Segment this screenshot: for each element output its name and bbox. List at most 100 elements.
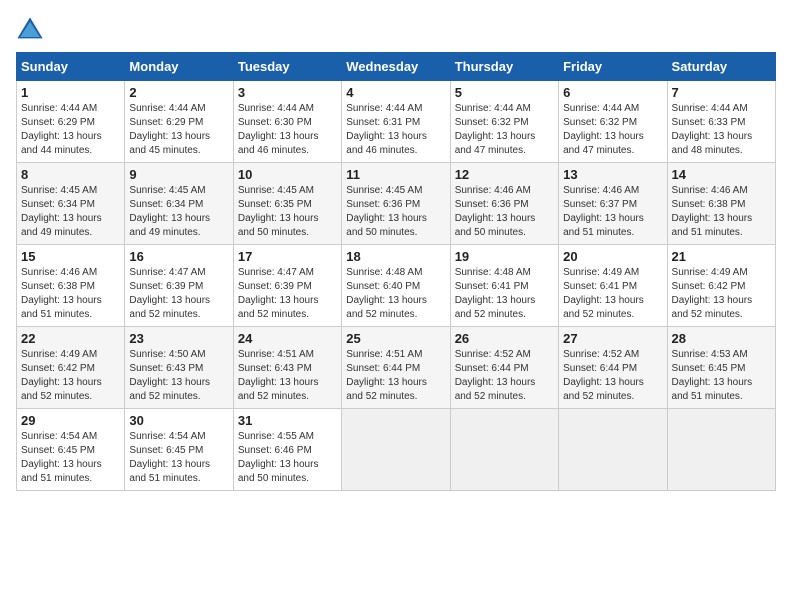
calendar-day-24: 24 Sunrise: 4:51 AMSunset: 6:43 PMDayligh… <box>233 327 341 409</box>
calendar-day-1: 1 Sunrise: 4:44 AMSunset: 6:29 PMDaylight… <box>17 81 125 163</box>
header-friday: Friday <box>559 53 667 81</box>
day-detail: Sunrise: 4:46 AMSunset: 6:36 PMDaylight:… <box>455 185 536 238</box>
day-detail: Sunrise: 4:55 AMSunset: 6:46 PMDaylight:… <box>238 431 319 484</box>
day-detail: Sunrise: 4:44 AMSunset: 6:32 PMDaylight:… <box>455 103 536 156</box>
day-detail: Sunrise: 4:44 AMSunset: 6:31 PMDaylight:… <box>346 103 427 156</box>
day-number: 21 <box>672 249 771 264</box>
day-detail: Sunrise: 4:45 AMSunset: 6:35 PMDaylight:… <box>238 185 319 238</box>
day-detail: Sunrise: 4:48 AMSunset: 6:40 PMDaylight:… <box>346 267 427 320</box>
day-number: 27 <box>563 331 662 346</box>
calendar-week-5: 29 Sunrise: 4:54 AMSunset: 6:45 PMDayligh… <box>17 409 776 491</box>
calendar-day-9: 9 Sunrise: 4:45 AMSunset: 6:34 PMDaylight… <box>125 163 233 245</box>
calendar-week-2: 8 Sunrise: 4:45 AMSunset: 6:34 PMDaylight… <box>17 163 776 245</box>
day-number: 14 <box>672 167 771 182</box>
calendar-day-8: 8 Sunrise: 4:45 AMSunset: 6:34 PMDaylight… <box>17 163 125 245</box>
calendar-day-30: 30 Sunrise: 4:54 AMSunset: 6:45 PMDayligh… <box>125 409 233 491</box>
header-sunday: Sunday <box>17 53 125 81</box>
day-detail: Sunrise: 4:44 AMSunset: 6:30 PMDaylight:… <box>238 103 319 156</box>
day-number: 17 <box>238 249 337 264</box>
calendar-day-20: 20 Sunrise: 4:49 AMSunset: 6:41 PMDayligh… <box>559 245 667 327</box>
day-number: 18 <box>346 249 445 264</box>
calendar-day-22: 22 Sunrise: 4:49 AMSunset: 6:42 PMDayligh… <box>17 327 125 409</box>
day-number: 28 <box>672 331 771 346</box>
calendar-week-3: 15Sunrise: 4:46 AMSunset: 6:38 PMDayligh… <box>17 245 776 327</box>
calendar-day-21: 21 Sunrise: 4:49 AMSunset: 6:42 PMDayligh… <box>667 245 775 327</box>
day-number: 19 <box>455 249 554 264</box>
day-detail: Sunrise: 4:48 AMSunset: 6:41 PMDaylight:… <box>455 267 536 320</box>
day-detail: Sunrise: 4:54 AMSunset: 6:45 PMDaylight:… <box>21 431 102 484</box>
calendar-day-12: 12 Sunrise: 4:46 AMSunset: 6:36 PMDayligh… <box>450 163 558 245</box>
calendar-week-1: 1 Sunrise: 4:44 AMSunset: 6:29 PMDaylight… <box>17 81 776 163</box>
calendar-day-28: 28 Sunrise: 4:53 AMSunset: 6:45 PMDayligh… <box>667 327 775 409</box>
day-detail: Sunrise: 4:44 AMSunset: 6:29 PMDaylight:… <box>21 103 102 156</box>
calendar-day-18: 18 Sunrise: 4:48 AMSunset: 6:40 PMDayligh… <box>342 245 450 327</box>
calendar-day-29: 29 Sunrise: 4:54 AMSunset: 6:45 PMDayligh… <box>17 409 125 491</box>
day-number: 20 <box>563 249 662 264</box>
day-number: 4 <box>346 85 445 100</box>
calendar-day-7: 7Sunrise: 4:44 AMSunset: 6:33 PMDaylight… <box>667 81 775 163</box>
day-detail: Sunrise: 4:45 AMSunset: 6:34 PMDaylight:… <box>129 185 210 238</box>
day-detail: Sunrise: 4:44 AMSunset: 6:29 PMDaylight:… <box>129 103 210 156</box>
day-number: 16 <box>129 249 228 264</box>
calendar-day-25: 25 Sunrise: 4:51 AMSunset: 6:44 PMDayligh… <box>342 327 450 409</box>
day-detail: Sunrise: 4:51 AMSunset: 6:44 PMDaylight:… <box>346 349 427 402</box>
day-detail: Sunrise: 4:51 AMSunset: 6:43 PMDaylight:… <box>238 349 319 402</box>
day-number: 25 <box>346 331 445 346</box>
day-detail: Sunrise: 4:47 AMSunset: 6:39 PMDaylight:… <box>238 267 319 320</box>
day-number: 5 <box>455 85 554 100</box>
empty-cell <box>450 409 558 491</box>
calendar-day-15: 15Sunrise: 4:46 AMSunset: 6:38 PMDayligh… <box>17 245 125 327</box>
day-number: 10 <box>238 167 337 182</box>
day-number: 30 <box>129 413 228 428</box>
day-detail: Sunrise: 4:45 AMSunset: 6:34 PMDaylight:… <box>21 185 102 238</box>
day-number: 9 <box>129 167 228 182</box>
day-detail: Sunrise: 4:47 AMSunset: 6:39 PMDaylight:… <box>129 267 210 320</box>
calendar-day-31: 31 Sunrise: 4:55 AMSunset: 6:46 PMDayligh… <box>233 409 341 491</box>
calendar-day-19: 19 Sunrise: 4:48 AMSunset: 6:41 PMDayligh… <box>450 245 558 327</box>
header-row: SundayMondayTuesdayWednesdayThursdayFrid… <box>17 53 776 81</box>
empty-cell <box>342 409 450 491</box>
day-number: 2 <box>129 85 228 100</box>
calendar-day-10: 10 Sunrise: 4:45 AMSunset: 6:35 PMDayligh… <box>233 163 341 245</box>
calendar-day-5: 5 Sunrise: 4:44 AMSunset: 6:32 PMDaylight… <box>450 81 558 163</box>
day-detail: Sunrise: 4:46 AMSunset: 6:37 PMDaylight:… <box>563 185 644 238</box>
calendar-day-4: 4 Sunrise: 4:44 AMSunset: 6:31 PMDaylight… <box>342 81 450 163</box>
day-number: 8 <box>21 167 120 182</box>
calendar-day-13: 13 Sunrise: 4:46 AMSunset: 6:37 PMDayligh… <box>559 163 667 245</box>
calendar-day-3: 3 Sunrise: 4:44 AMSunset: 6:30 PMDaylight… <box>233 81 341 163</box>
header-monday: Monday <box>125 53 233 81</box>
day-detail: Sunrise: 4:52 AMSunset: 6:44 PMDaylight:… <box>455 349 536 402</box>
day-detail: Sunrise: 4:53 AMSunset: 6:45 PMDaylight:… <box>672 349 753 402</box>
day-number: 7 <box>672 85 771 100</box>
day-number: 22 <box>21 331 120 346</box>
day-detail: Sunrise: 4:54 AMSunset: 6:45 PMDaylight:… <box>129 431 210 484</box>
day-detail: Sunrise: 4:49 AMSunset: 6:41 PMDaylight:… <box>563 267 644 320</box>
logo <box>16 16 48 44</box>
calendar-week-4: 22 Sunrise: 4:49 AMSunset: 6:42 PMDayligh… <box>17 327 776 409</box>
day-number: 11 <box>346 167 445 182</box>
page-header <box>16 16 776 44</box>
empty-cell <box>667 409 775 491</box>
header-tuesday: Tuesday <box>233 53 341 81</box>
day-detail: Sunrise: 4:46 AMSunset: 6:38 PMDaylight:… <box>672 185 753 238</box>
day-number: 12 <box>455 167 554 182</box>
empty-cell <box>559 409 667 491</box>
day-number: 31 <box>238 413 337 428</box>
calendar-day-16: 16 Sunrise: 4:47 AMSunset: 6:39 PMDayligh… <box>125 245 233 327</box>
day-detail: Sunrise: 4:50 AMSunset: 6:43 PMDaylight:… <box>129 349 210 402</box>
header-wednesday: Wednesday <box>342 53 450 81</box>
day-detail: Sunrise: 4:49 AMSunset: 6:42 PMDaylight:… <box>672 267 753 320</box>
calendar-day-11: 11 Sunrise: 4:45 AMSunset: 6:36 PMDayligh… <box>342 163 450 245</box>
day-number: 3 <box>238 85 337 100</box>
day-detail: Sunrise: 4:45 AMSunset: 6:36 PMDaylight:… <box>346 185 427 238</box>
day-number: 1 <box>21 85 120 100</box>
day-detail: Sunrise: 4:49 AMSunset: 6:42 PMDaylight:… <box>21 349 102 402</box>
calendar-day-14: 14 Sunrise: 4:46 AMSunset: 6:38 PMDayligh… <box>667 163 775 245</box>
calendar-body: 1 Sunrise: 4:44 AMSunset: 6:29 PMDaylight… <box>17 81 776 491</box>
day-number: 13 <box>563 167 662 182</box>
logo-icon <box>16 16 44 44</box>
day-number: 29 <box>21 413 120 428</box>
day-number: 24 <box>238 331 337 346</box>
calendar-header: SundayMondayTuesdayWednesdayThursdayFrid… <box>17 53 776 81</box>
header-saturday: Saturday <box>667 53 775 81</box>
